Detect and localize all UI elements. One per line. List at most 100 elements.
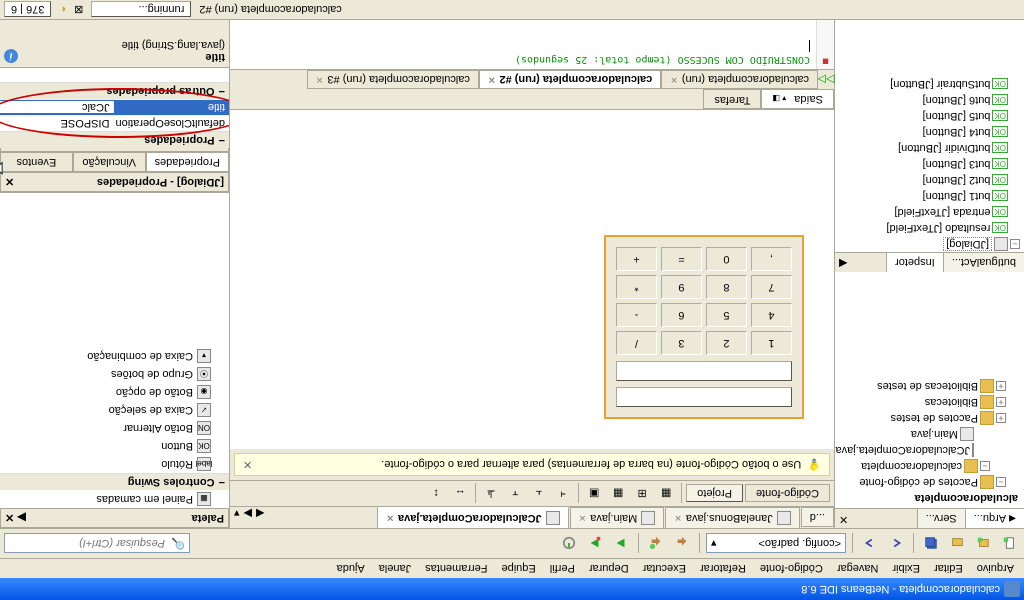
calc-button-comma[interactable]: , (751, 247, 792, 271)
menu-depurar[interactable]: Depurar (583, 561, 635, 577)
inspector-item[interactable]: OKbut4 [JButton] (835, 124, 1024, 140)
config-select[interactable]: <config. padrão>▾ (706, 534, 846, 554)
calc-button-0[interactable]: 0 (706, 247, 747, 271)
calc-button-2[interactable]: 2 (706, 331, 747, 355)
tree-node[interactable]: +Pacotes de testes (837, 410, 1022, 426)
inspector-item[interactable]: OKentrada [JTextField] (835, 204, 1024, 220)
align-left-button[interactable]: ⫞ (552, 483, 574, 505)
editor-tab[interactable]: JanelaBonus.java✕ (665, 507, 799, 528)
calc-button-1[interactable]: 1 (751, 331, 792, 355)
property-value[interactable]: DISPOSE (0, 118, 115, 130)
close-icon[interactable]: ✕ (386, 513, 394, 524)
info-icon[interactable]: i (4, 49, 18, 63)
selection-mode-button[interactable]: ▦ (655, 483, 677, 505)
clean-build-button[interactable] (645, 533, 667, 555)
debug-button[interactable] (584, 533, 606, 555)
menu-executar[interactable]: Executar (637, 561, 692, 577)
palette-button[interactable]: OKButton (0, 437, 229, 455)
run-button[interactable] (610, 533, 632, 555)
tab-butigual[interactable]: butIgualAct... (943, 253, 1024, 272)
view-design-button[interactable]: Projeto (686, 485, 743, 503)
menu-navegar[interactable]: Navegar (831, 561, 885, 577)
calc-button-3[interactable]: 3 (661, 331, 702, 355)
same-width-button[interactable]: ↔ (449, 483, 471, 505)
new-project-button[interactable] (972, 533, 994, 555)
menu-janela[interactable]: Janela (373, 561, 417, 577)
view-source-button[interactable]: Código-fonte (745, 485, 830, 503)
chevron-left-icon[interactable]: ◀ (835, 253, 851, 272)
menu-exibir[interactable]: Exibir (886, 561, 926, 577)
open-button[interactable] (946, 533, 968, 555)
inspector-item[interactable]: OKresultado [JTextField] (835, 220, 1024, 236)
menu-codigo-fonte[interactable]: Código-fonte (754, 561, 829, 577)
calc-button-multiply[interactable]: * (616, 275, 657, 299)
dropdown-icon[interactable]: ▾ ◨ (772, 95, 786, 104)
palette-combo[interactable]: ▾Caixa de combinação (0, 347, 229, 365)
property-group[interactable]: −Propriedades (0, 131, 229, 148)
calc-button-minus[interactable]: - (616, 303, 657, 327)
close-hint-button[interactable]: ✕ (243, 458, 252, 471)
build-button[interactable] (671, 533, 693, 555)
form-designer[interactable]: 1 2 3 / 4 5 6 - 7 8 9 * , 0 = + (230, 110, 834, 449)
close-icon[interactable]: ✕ (316, 74, 324, 85)
palette-radio[interactable]: ◉Botão de opção (0, 383, 229, 401)
console-tab[interactable]: calculadoracompleta (run)✕ (661, 70, 818, 89)
close-icon[interactable]: ✕ (488, 74, 496, 85)
palette-label[interactable]: labelRótulo (0, 455, 229, 473)
align-bottom-button[interactable]: ⫡ (480, 483, 502, 505)
chevron-right-icon[interactable]: ▶ ✕ (5, 512, 26, 525)
inspector-item[interactable]: OKbut5 [JButton] (835, 108, 1024, 124)
panel-close-icon[interactable]: ✕ (835, 509, 852, 528)
close-icon[interactable]: ✕ (579, 513, 587, 524)
calc-button-5[interactable]: 5 (706, 303, 747, 327)
palette-checkbox[interactable]: ✓Caixa de seleção (0, 401, 229, 419)
palette-group[interactable]: −Controles Swing (0, 473, 229, 490)
calc-button-9[interactable]: 9 (661, 275, 702, 299)
tree-node[interactable]: +Bibliotecas de testes (837, 378, 1022, 394)
rerun-icon[interactable]: ▷▷ (818, 70, 834, 89)
console-tab-active[interactable]: calculadoracompleta (run) #2✕ (479, 70, 661, 89)
property-group[interactable]: −Outras propriedades (0, 82, 229, 99)
resultado-field[interactable] (616, 387, 792, 407)
menu-arquivo[interactable]: Arquivo (971, 561, 1020, 577)
menu-editar[interactable]: Editar (928, 561, 969, 577)
global-search-input[interactable] (9, 536, 169, 552)
palette-item[interactable]: ▦Painel em camadas (0, 490, 229, 508)
chevron-left-icon[interactable]: ◀ (256, 507, 264, 520)
inspector-item[interactable]: OKbut3 [JButton] (835, 156, 1024, 172)
align-right-button[interactable]: ⫠ (528, 483, 550, 505)
align-top-button[interactable]: ⫟ (504, 483, 526, 505)
calc-button-equals[interactable]: = (661, 247, 702, 271)
inspector-item[interactable]: OKbut1 [JButton] (835, 188, 1024, 204)
calc-button-4[interactable]: 4 (751, 303, 792, 327)
inspector-root[interactable]: −[JDialog] (835, 236, 1024, 252)
output-tab-saida[interactable]: Saída▾ ◨ (761, 89, 834, 109)
tree-node[interactable]: −calculadoracompleta (837, 458, 1022, 474)
jdialog-design-frame[interactable]: 1 2 3 / 4 5 6 - 7 8 9 * , 0 = + (604, 235, 804, 419)
tab-propriedades[interactable]: Propriedades (146, 152, 229, 172)
tab-arquivos[interactable]: ◀Arqu... (965, 509, 1024, 528)
console-tab[interactable]: calculadoracompleta (run) #3✕ (307, 70, 479, 89)
inspector-item[interactable]: OKbut2 [JButton] (835, 172, 1024, 188)
inspector-item[interactable]: OKbutDividir [JButton] (835, 140, 1024, 156)
property-row[interactable]: defaultCloseOperation DISPOSE (0, 115, 229, 131)
menu-equipe[interactable]: Equipe (496, 561, 542, 577)
close-icon[interactable]: ✕ (670, 74, 678, 85)
close-icon[interactable]: ✕ (674, 513, 682, 524)
menu-perfil[interactable]: Perfil (544, 561, 581, 577)
connection-mode-button[interactable]: ⊞ (631, 483, 653, 505)
calc-button-plus[interactable]: + (616, 247, 657, 271)
tab-inspetor[interactable]: Inspetor (886, 253, 943, 272)
inspector-item[interactable]: OKbut6 [JButton] (835, 92, 1024, 108)
editor-tab-active[interactable]: JCalculadoraCompleta.java✕ (377, 507, 568, 528)
undo-button[interactable] (885, 533, 907, 555)
chevron-right-icon[interactable]: ▶ (244, 507, 252, 520)
calc-button-6[interactable]: 6 (661, 303, 702, 327)
menu-ajuda[interactable]: Ajuda (331, 561, 371, 577)
tree-node[interactable]: −Pacotes de código-fonte (837, 474, 1022, 490)
new-file-button[interactable] (998, 533, 1020, 555)
menu-refatorar[interactable]: Refatorar (694, 561, 752, 577)
stop-icon[interactable]: ⊠ (74, 3, 83, 16)
property-row-selected[interactable]: title JCalc (0, 99, 229, 115)
tab-servicos[interactable]: Serv... (917, 509, 965, 528)
